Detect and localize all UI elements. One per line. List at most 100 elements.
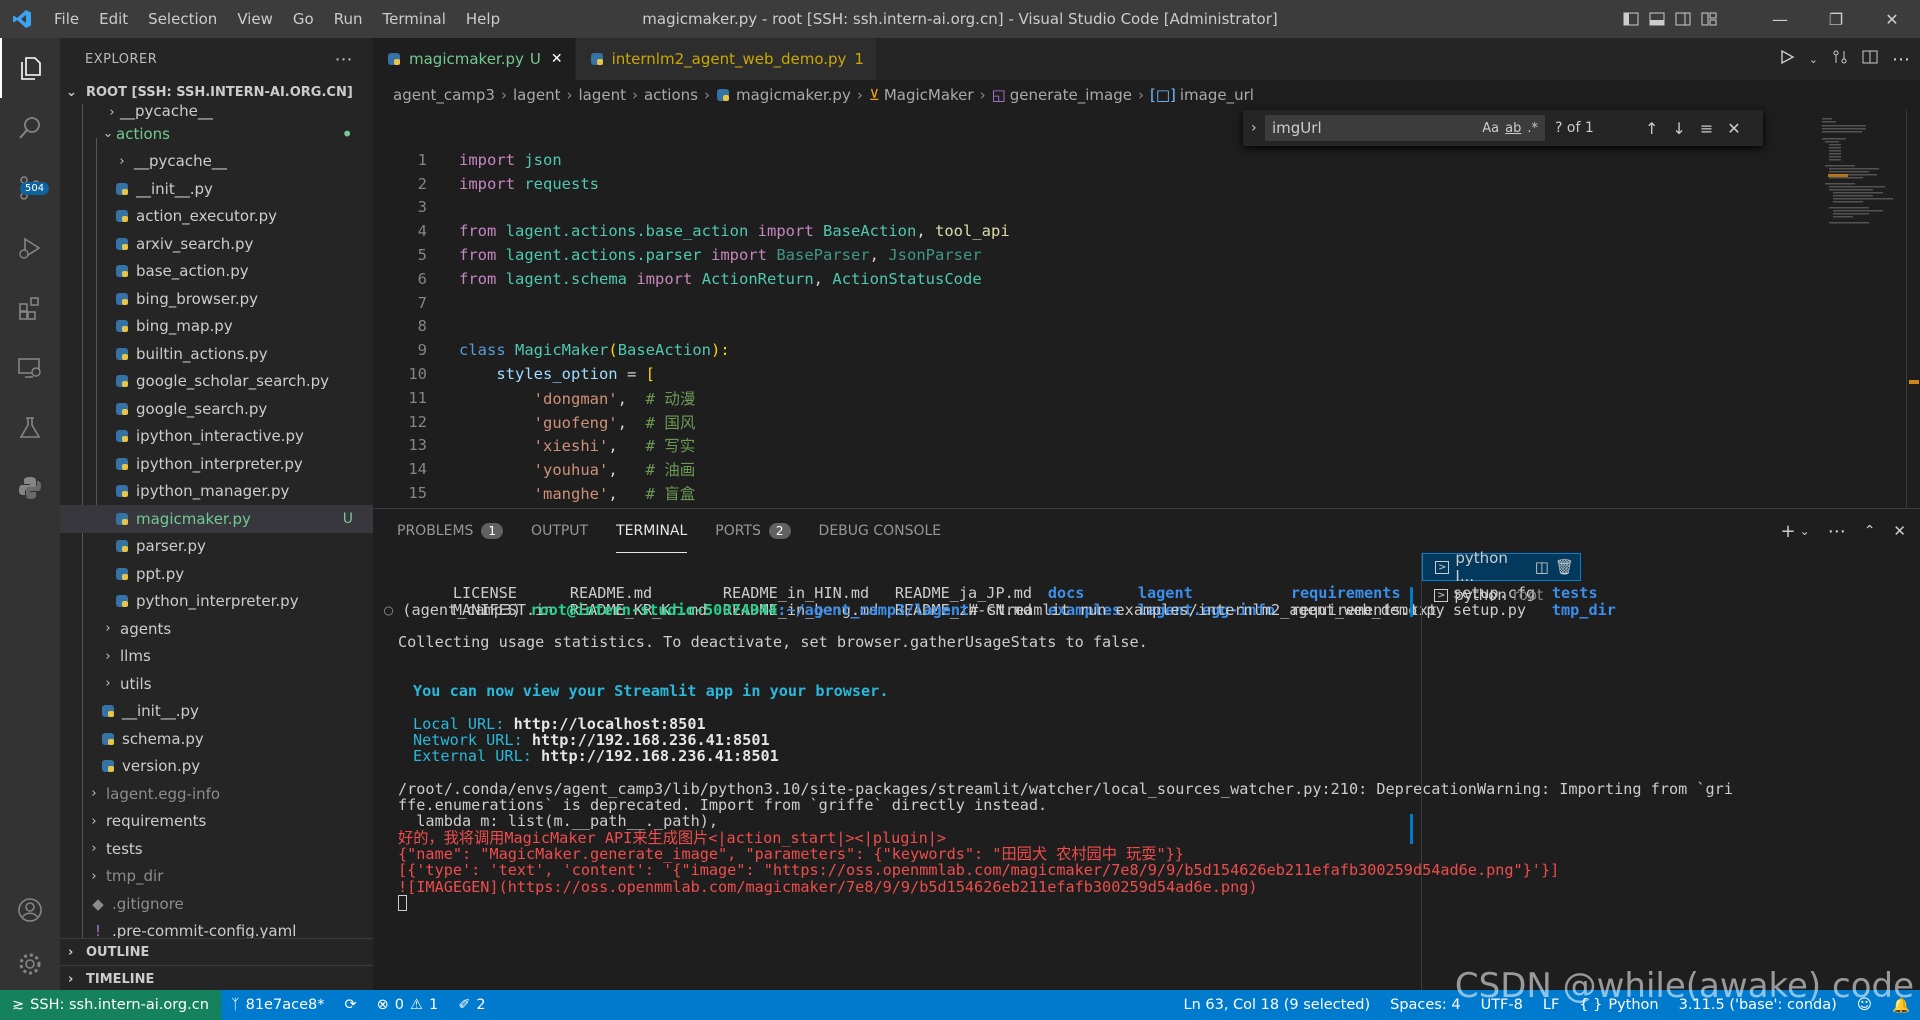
tree-folder-utils[interactable]: › utils [60,670,373,698]
close-tab-icon[interactable]: ✕ [551,51,563,67]
tree-file[interactable]: google_search.py [60,395,373,423]
tree-folder-pycache-actions[interactable]: › __pycache__ [60,148,373,176]
tree-file[interactable]: ppt.py [60,560,373,588]
extensions-icon[interactable] [0,278,60,338]
tab-magicmaker[interactable]: magicmaker.py U ✕ [373,38,576,80]
split-terminal-icon[interactable]: ◫ [1535,558,1549,576]
python-icon[interactable] [0,458,60,518]
tree-file[interactable]: schema.py [60,725,373,753]
terminal-instance[interactable]: > python root [1422,581,1581,609]
manage-gear-icon[interactable] [0,934,60,994]
menu-file[interactable]: File [44,0,89,38]
tab-terminal[interactable]: TERMINAL [616,509,688,553]
tree-file[interactable]: builtin_actions.py [60,340,373,368]
more-actions-icon[interactable]: ⋯ [335,49,354,70]
cursor-position[interactable]: Ln 63, Col 18 (9 selected) [1174,997,1381,1013]
tree-file[interactable]: ipython_interactive.py [60,423,373,451]
tree-file[interactable]: bing_browser.py [60,285,373,313]
remote-indicator[interactable]: ≳ SSH: ssh.intern-ai.org.cn [0,990,221,1020]
toggle-panel-icon[interactable] [1644,0,1670,38]
maximize-panel-icon[interactable]: ⌃ [1864,523,1876,539]
tab-ports[interactable]: PORTS 2 [715,509,791,553]
tree-file[interactable]: base_action.py [60,258,373,286]
tree-folder-requirements[interactable]: › requirements [60,808,373,836]
tree-file[interactable]: python_interpreter.py [60,588,373,616]
tree-file[interactable]: google_scholar_search.py [60,368,373,396]
editor-more-icon[interactable]: ⋯ [1892,49,1910,70]
tree-file[interactable]: __init__.py [60,698,373,726]
close-panel-icon[interactable]: ✕ [1893,522,1906,540]
use-regex-button[interactable]: .* [1527,121,1538,136]
previous-match-icon[interactable]: ↑ [1645,119,1658,138]
menu-run[interactable]: Run [324,0,373,38]
menu-selection[interactable]: Selection [138,0,227,38]
tree-folder-llms[interactable]: › llms [60,643,373,671]
problems-indicator[interactable]: ⊗ 0 ⚠ 1 [367,997,449,1013]
terminal-dropdown-icon[interactable]: ⌄ [1800,524,1810,538]
search-icon[interactable] [0,98,60,158]
customize-layout-icon[interactable] [1696,0,1722,38]
tree-file[interactable]: ipython_manager.py [60,478,373,506]
compare-changes-icon[interactable] [1832,49,1848,69]
breadcrumb-item[interactable]: actions [644,86,698,104]
toggle-sidebar-icon[interactable] [1618,0,1644,38]
outline-section[interactable]: › OUTLINE [60,938,373,966]
match-whole-word-button[interactable]: ab [1505,121,1521,136]
run-dropdown-icon[interactable]: ⌄ [1809,53,1818,66]
run-python-icon[interactable] [1779,49,1795,69]
kill-terminal-icon[interactable]: 🗑 [1555,558,1574,576]
toggle-replace-icon[interactable]: › [1251,120,1257,136]
testing-flask-icon[interactable] [0,398,60,458]
remote-explorer-icon[interactable] [0,338,60,398]
tree-file[interactable]: bing_map.py [60,313,373,341]
timeline-section[interactable]: › TIMELINE [60,965,373,993]
breadcrumb-item[interactable]: lagent [578,86,626,104]
workspace-root[interactable]: ⌄ ROOT [SSH: SSH.INTERN-AI.ORG.CN] [60,80,373,104]
tree-file[interactable]: action_executor.py [60,203,373,231]
code-editor[interactable]: 1 import json 2 import requests 3 4 from la… [373,148,1773,505]
split-editor-icon[interactable] [1862,49,1878,69]
tree-file-magicmaker-selected[interactable]: magicmaker.py U [60,505,373,533]
tree-folder-pycache[interactable]: › __pycache__ [60,104,373,120]
tree-folder-tests[interactable]: › tests [60,835,373,863]
tree-file[interactable]: ipython_interpreter.py [60,450,373,478]
git-branch[interactable]: ᛉ 81e7ace8* [221,997,335,1013]
breadcrumb-item[interactable]: MagicMaker [884,86,974,104]
accounts-icon[interactable] [0,880,60,940]
minimap[interactable] [1820,110,1920,510]
breadcrumb-item[interactable]: generate_image [1010,86,1132,104]
tree-file[interactable]: parser.py [60,533,373,561]
find-in-selection-icon[interactable]: ≡ [1700,119,1713,138]
tree-folder-tmp-dir[interactable]: › tmp_dir [60,863,373,891]
ports-indicator[interactable]: ✐ 2 [448,997,495,1013]
minimize-button[interactable]: — [1752,0,1808,38]
menu-go[interactable]: Go [283,0,324,38]
tree-file-gitignore[interactable]: ◆ .gitignore [60,890,373,918]
tab-debug-console[interactable]: DEBUG CONSOLE [819,509,942,553]
breadcrumb-item[interactable]: agent_camp3 [393,86,495,104]
match-case-button[interactable]: Aa [1482,121,1499,136]
menu-help[interactable]: Help [456,0,510,38]
tree-file[interactable]: arxiv_search.py [60,230,373,258]
tree-file[interactable]: __init__.py [60,175,373,203]
tree-folder-agents[interactable]: › agents [60,615,373,643]
terminal-instance-active[interactable]: > python I... ◫ 🗑 [1422,549,1581,585]
close-window-button[interactable]: ✕ [1864,0,1920,38]
tab-output[interactable]: OUTPUT [531,509,588,553]
menu-edit[interactable]: Edit [89,0,138,38]
panel-more-icon[interactable]: ⋯ [1828,521,1846,542]
sync-icon[interactable]: ⟳ [334,997,366,1013]
menu-terminal[interactable]: Terminal [373,0,456,38]
breadcrumb-item[interactable]: image_url [1180,86,1254,104]
tree-folder-egg-info[interactable]: › lagent.egg-info [60,780,373,808]
run-debug-icon[interactable] [0,218,60,278]
menu-view[interactable]: View [227,0,283,38]
breadcrumb-item[interactable]: lagent [513,86,561,104]
editor-scrollbar[interactable] [1906,110,1920,508]
find-input[interactable]: imgUrl Aa ab .* [1265,115,1545,141]
explorer-icon[interactable] [0,38,60,98]
breadcrumb-item[interactable]: magicmaker.py [736,86,851,104]
tree-file[interactable]: version.py [60,753,373,781]
next-match-icon[interactable]: ↓ [1672,119,1685,138]
restore-button[interactable]: ❐ [1808,0,1864,38]
